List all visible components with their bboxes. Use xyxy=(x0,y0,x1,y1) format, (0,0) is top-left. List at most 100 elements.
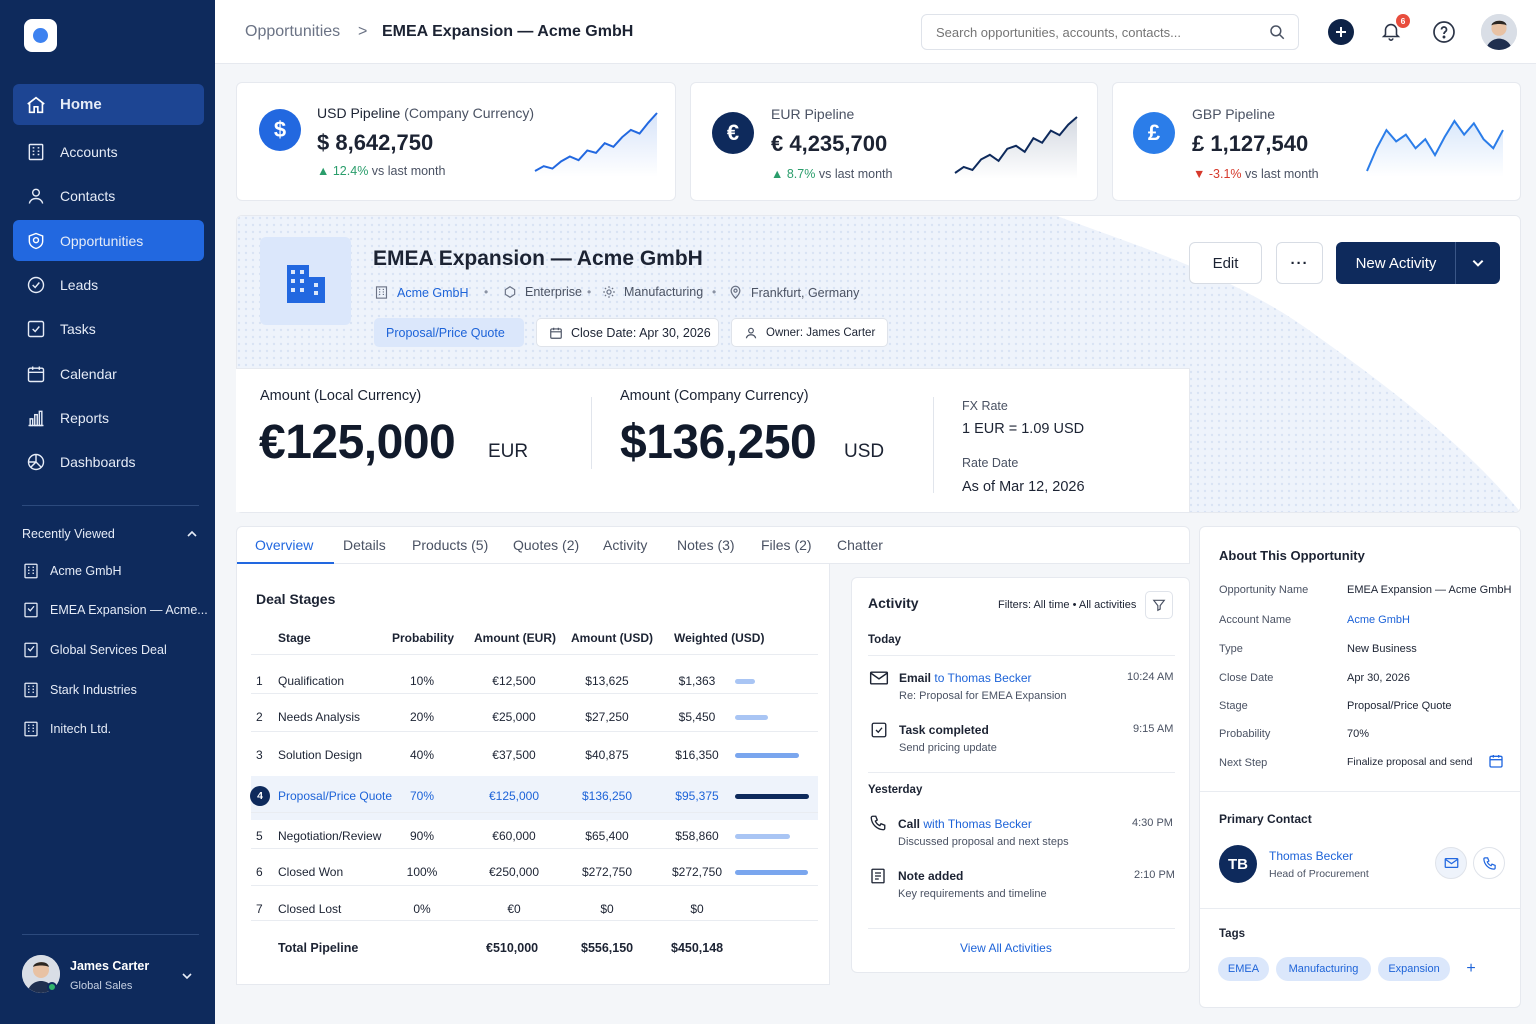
nav-reports[interactable]: Reports xyxy=(13,397,204,438)
view-all-activities-link[interactable]: View All Activities xyxy=(960,941,1052,955)
close-date-label: Close Date: Apr 30, 2026 xyxy=(571,325,711,340)
field-label: Type xyxy=(1219,643,1243,655)
contact-name[interactable]: Thomas Becker xyxy=(1269,849,1353,863)
row-divider xyxy=(868,772,1175,773)
tab-overview[interactable]: Overview xyxy=(255,537,313,553)
recently-viewed-header[interactable]: Recently Viewed xyxy=(22,524,198,544)
calendar-icon xyxy=(24,362,48,386)
recent-item[interactable]: Initech Ltd. xyxy=(22,718,207,740)
stage-amount-eur: €12,500 xyxy=(492,674,536,688)
tab-chatter[interactable]: Chatter xyxy=(837,537,883,553)
tab-files[interactable]: Files (2) xyxy=(761,537,812,553)
new-activity-button[interactable]: New Activity xyxy=(1336,242,1456,284)
email-contact-button[interactable] xyxy=(1435,847,1467,879)
stage-weighted-usd: $0 xyxy=(690,902,704,916)
field-label: Stage xyxy=(1219,700,1248,712)
tab-details[interactable]: Details xyxy=(343,537,386,553)
app-logo[interactable] xyxy=(24,19,57,52)
sidebar-divider xyxy=(22,505,199,506)
meta-separator: • xyxy=(587,285,592,299)
stage-amount-usd: $40,875 xyxy=(585,748,629,762)
tag-chip[interactable]: Expansion xyxy=(1378,957,1450,981)
account-name-link[interactable]: Acme GmbH xyxy=(1347,614,1410,626)
user-menu[interactable]: James Carter Global Sales xyxy=(22,955,202,995)
tag-chip[interactable]: Manufacturing xyxy=(1276,957,1371,981)
pound-icon: £ xyxy=(1133,112,1175,154)
edit-button[interactable]: Edit xyxy=(1189,242,1262,284)
activity-time: 2:10 PM xyxy=(1134,869,1175,881)
activity-time: 9:15 AM xyxy=(1133,723,1174,735)
rate-date-label: Rate Date xyxy=(962,456,1019,470)
company-amount-label: Amount (Company Currency) xyxy=(620,388,809,404)
filter-button[interactable] xyxy=(1145,591,1173,619)
add-tag-button[interactable]: + xyxy=(1460,958,1482,980)
breadcrumb-parent[interactable]: Opportunities xyxy=(245,23,340,41)
account-link[interactable]: Acme GmbH xyxy=(374,285,469,300)
recent-item[interactable]: Global Services Deal xyxy=(22,639,207,661)
call-contact-button[interactable] xyxy=(1473,847,1505,879)
chevron-down-icon[interactable] xyxy=(181,970,193,982)
tab-notes[interactable]: Notes (3) xyxy=(677,537,735,553)
help-icon[interactable] xyxy=(1432,20,1456,44)
nav-calendar[interactable]: Calendar xyxy=(13,353,204,394)
kpi-currency: GBP xyxy=(1192,106,1222,122)
tasks-icon xyxy=(24,317,48,341)
new-activity-dropdown[interactable] xyxy=(1455,242,1500,284)
nav-opportunities[interactable]: Opportunities xyxy=(13,220,204,261)
row-divider xyxy=(251,654,818,655)
tab-activity[interactable]: Activity xyxy=(603,537,647,553)
header-probability: Probability xyxy=(392,631,455,645)
local-currency: EUR xyxy=(488,441,529,462)
euro-icon: € xyxy=(712,112,754,154)
divider xyxy=(933,397,934,493)
divider xyxy=(591,397,592,469)
profile-avatar[interactable] xyxy=(1481,14,1517,50)
activity-item[interactable]: Task completed xyxy=(899,723,989,737)
nav-dashboards[interactable]: Dashboards xyxy=(13,441,204,482)
kpi-change-suffix: vs last month xyxy=(818,167,893,181)
stage-probability: 40% xyxy=(409,748,435,762)
search-icon[interactable] xyxy=(1268,23,1286,41)
stage-amount-usd: $0 xyxy=(600,902,614,916)
activity-item[interactable]: Email to Thomas Becker xyxy=(899,671,1032,685)
location-label: Frankfurt, Germany xyxy=(751,285,860,300)
rate-date-value: As of Mar 12, 2026 xyxy=(962,479,1085,495)
contacts-icon xyxy=(24,184,48,208)
recent-item[interactable]: Stark Industries xyxy=(22,679,207,701)
activity-with: with Thomas Becker xyxy=(923,817,1032,831)
nav-tasks[interactable]: Tasks xyxy=(13,308,204,349)
more-options-button[interactable]: ··· xyxy=(1276,242,1323,284)
nav-contacts[interactable]: Contacts xyxy=(13,175,204,216)
calendar-icon[interactable] xyxy=(1488,753,1504,769)
search-input[interactable] xyxy=(921,14,1299,50)
building-icon xyxy=(374,285,389,300)
add-button[interactable] xyxy=(1328,19,1354,45)
activity-with: to Thomas Becker xyxy=(934,671,1032,685)
stage-chip[interactable]: Proposal/Price Quote xyxy=(374,318,524,347)
badge-icon xyxy=(503,285,517,299)
email-icon xyxy=(1444,857,1459,869)
building-icon xyxy=(22,720,40,738)
sparkline-area xyxy=(1367,121,1503,177)
activity-item[interactable]: Note added xyxy=(898,869,963,883)
arrow-up-icon: ▲ xyxy=(317,164,330,178)
stage-number: 2 xyxy=(256,710,263,724)
recent-item[interactable]: EMEA Expansion — Acme... xyxy=(22,599,207,621)
tab-products[interactable]: Products (5) xyxy=(412,537,488,553)
activity-filters[interactable]: Filters: All time • All activities xyxy=(998,599,1136,611)
owner-chip[interactable]: Owner: James Carter xyxy=(731,318,888,347)
recent-item[interactable]: Acme GmbH xyxy=(22,560,207,582)
industry: Manufacturing xyxy=(602,285,703,299)
nav-accounts[interactable]: Accounts xyxy=(13,131,204,172)
close-date-chip[interactable]: Close Date: Apr 30, 2026 xyxy=(536,318,719,347)
chevron-up-icon[interactable] xyxy=(186,528,198,540)
activity-item[interactable]: Call with Thomas Becker xyxy=(898,817,1032,831)
stage-probability: 100% xyxy=(406,865,438,879)
stage-amount-usd: $27,250 xyxy=(585,710,629,724)
stage-number-badge: 4 xyxy=(250,786,270,806)
tag-chip[interactable]: EMEA xyxy=(1218,957,1269,981)
nav-home[interactable]: Home xyxy=(13,84,204,125)
tab-quotes[interactable]: Quotes (2) xyxy=(513,537,579,553)
stage-number: 6 xyxy=(256,865,263,879)
nav-leads[interactable]: Leads xyxy=(13,264,204,305)
